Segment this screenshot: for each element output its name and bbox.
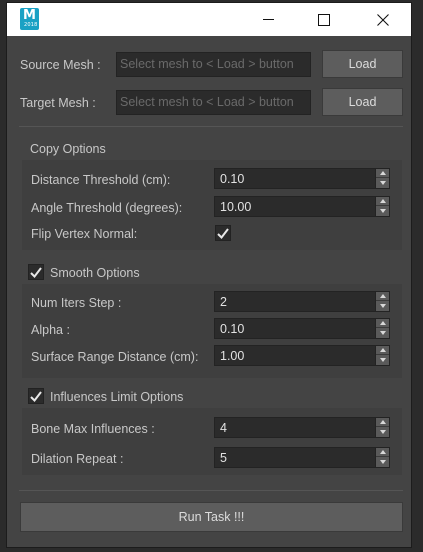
target-mesh-field[interactable]: Select mesh to < Load > button [116, 90, 311, 115]
spin-up-arrow-icon[interactable] [376, 448, 389, 457]
bone-max-influences-value: 4 [220, 421, 227, 435]
surface-range-distance-label: Surface Range Distance (cm): [31, 350, 199, 364]
spin-down-arrow-icon[interactable] [376, 301, 389, 310]
spin-up-arrow-icon[interactable] [376, 346, 389, 355]
dilation-repeat-label: Dilation Repeat : [31, 452, 124, 466]
bone-max-influences-spinbox[interactable]: 4 [214, 417, 390, 438]
influences-limit-options-title: Influences Limit Options [50, 390, 184, 404]
spin-down-arrow-icon[interactable] [376, 427, 389, 436]
surface-range-distance-spinbox[interactable]: 1.00 [214, 345, 390, 366]
num-iters-step-label: Num Iters Step : [31, 296, 122, 310]
title-bar[interactable]: M 2018 [7, 3, 411, 36]
spin-up-arrow-icon[interactable] [376, 197, 389, 206]
flip-vertex-normal-checkbox[interactable] [215, 225, 231, 241]
spin-up-arrow-icon[interactable] [376, 292, 389, 301]
close-icon [377, 13, 389, 26]
spin-down-arrow-icon[interactable] [376, 178, 389, 187]
dilation-repeat-spinbox[interactable]: 5 [214, 447, 390, 468]
spin-down-arrow-icon[interactable] [376, 206, 389, 215]
maximize-button[interactable] [301, 3, 347, 36]
spin-down-arrow-icon[interactable] [376, 355, 389, 364]
angle-threshold-spinbox[interactable]: 10.00 [214, 196, 390, 217]
spin-down-arrow-icon[interactable] [376, 457, 389, 466]
distance-threshold-spinbox[interactable]: 0.10 [214, 168, 390, 189]
alpha-value: 0.10 [220, 322, 245, 336]
minimize-button[interactable] [245, 3, 291, 36]
checkmark-icon [217, 227, 229, 239]
source-mesh-label: Source Mesh : [20, 58, 101, 72]
bone-max-influences-label: Bone Max Influences : [31, 422, 155, 436]
alpha-spinbox[interactable]: 0.10 [214, 318, 390, 339]
target-mesh-label: Target Mesh : [20, 96, 96, 110]
checkmark-icon [30, 390, 42, 402]
bottom-divider [19, 490, 403, 491]
dilation-repeat-value: 5 [220, 451, 227, 465]
distance-threshold-label: Distance Threshold (cm): [31, 173, 171, 187]
checkmark-icon [30, 266, 42, 278]
target-load-button[interactable]: Load [322, 88, 403, 116]
num-iters-step-spinbox[interactable]: 2 [214, 291, 390, 312]
run-task-button[interactable]: Run Task !!! [20, 502, 403, 532]
angle-threshold-value: 10.00 [220, 200, 252, 214]
angle-threshold-label: Angle Threshold (degrees): [31, 201, 183, 215]
smooth-options-checkbox[interactable] [28, 264, 44, 280]
spin-down-arrow-icon[interactable] [376, 328, 389, 337]
maximize-icon [318, 13, 330, 26]
num-iters-step-value: 2 [220, 295, 227, 309]
maya-app-icon: M 2018 [20, 8, 39, 30]
top-divider [19, 126, 403, 127]
source-mesh-field[interactable]: Select mesh to < Load > button [116, 52, 311, 77]
distance-threshold-value: 0.10 [220, 172, 245, 186]
flip-vertex-normal-label: Flip Vertex Normal: [31, 227, 138, 241]
smooth-options-title: Smooth Options [50, 266, 140, 280]
influences-limit-options-checkbox[interactable] [28, 388, 44, 404]
copy-options-title: Copy Options [30, 142, 106, 156]
alpha-label: Alpha : [31, 323, 70, 337]
spin-up-arrow-icon[interactable] [376, 319, 389, 328]
spin-up-arrow-icon[interactable] [376, 169, 389, 178]
source-load-button[interactable]: Load [322, 50, 403, 78]
surface-range-distance-value: 1.00 [220, 349, 245, 363]
minimize-icon [262, 19, 274, 20]
tool-window: M 2018 Source Mesh : Select mesh to < Lo… [6, 2, 412, 548]
close-button[interactable] [360, 3, 406, 36]
spin-up-arrow-icon[interactable] [376, 418, 389, 427]
